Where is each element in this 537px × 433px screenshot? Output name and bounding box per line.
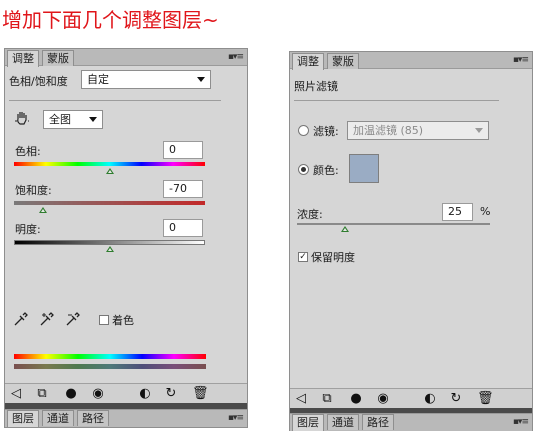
back-arrow-icon[interactable]: ◁ bbox=[9, 387, 23, 401]
color-label: 颜色: bbox=[313, 164, 339, 177]
density-slider-thumb[interactable] bbox=[341, 226, 349, 232]
visibility-eye-icon[interactable]: ◉ bbox=[376, 392, 390, 406]
preset-label: 色相/饱和度 bbox=[9, 75, 68, 88]
chevron-down-icon bbox=[475, 128, 483, 133]
reset-icon[interactable]: ↻ bbox=[449, 392, 463, 406]
panel-tab-bar: 调整 蒙版 ▪▾≡ bbox=[290, 52, 532, 70]
chevron-down-icon bbox=[89, 117, 97, 122]
clip-layer-icon[interactable]: ● bbox=[64, 387, 78, 401]
channel-select[interactable]: 全图 bbox=[43, 110, 103, 129]
tab-channels[interactable]: 通道 bbox=[42, 410, 74, 426]
headline-text: 增加下面几个调整图层~ bbox=[2, 8, 219, 32]
trash-icon[interactable]: 🗑 bbox=[477, 392, 494, 406]
expand-view-icon[interactable]: ⧉ bbox=[35, 387, 49, 401]
preserve-luminosity-label: 保留明度 bbox=[311, 251, 355, 264]
eyedropper-plus-icon[interactable] bbox=[40, 312, 54, 326]
adjustment-title: 照片滤镜 bbox=[294, 80, 338, 93]
lightness-slider-thumb[interactable] bbox=[106, 246, 114, 252]
hue-input[interactable]: 0 bbox=[163, 141, 203, 159]
lightness-label: 明度: bbox=[15, 223, 41, 236]
tab-adjustments[interactable]: 调整 bbox=[7, 50, 39, 67]
tab-adjustments[interactable]: 调整 bbox=[292, 53, 324, 70]
hand-adjust-icon[interactable] bbox=[14, 110, 29, 125]
colorize-label: 着色 bbox=[112, 314, 134, 327]
trash-icon[interactable]: 🗑 bbox=[192, 387, 209, 401]
saturation-input[interactable]: -70 bbox=[163, 180, 203, 198]
colorize-checkbox[interactable] bbox=[99, 315, 109, 325]
panel-footer-toolbar: ◁ ⧉ ● ◉ ◐ ↻ 🗑 bbox=[290, 388, 532, 408]
hue-spectrum-bar bbox=[14, 162, 205, 166]
back-arrow-icon[interactable]: ◁ bbox=[294, 392, 308, 406]
hue-slider-thumb[interactable] bbox=[106, 168, 114, 174]
lightness-input[interactable]: 0 bbox=[163, 219, 203, 237]
panel-menu-icon[interactable]: ▪▾≡ bbox=[228, 52, 244, 62]
output-hue-bar bbox=[14, 364, 206, 369]
density-label: 浓度: bbox=[297, 208, 323, 221]
panel-menu-icon[interactable]: ▪▾≡ bbox=[513, 55, 529, 65]
input-hue-bar bbox=[14, 354, 206, 359]
tab-paths[interactable]: 路径 bbox=[362, 414, 394, 430]
layers-tab-bar: 图层 通道 路径 ▪▾≡ bbox=[290, 413, 532, 431]
panel-menu-icon[interactable]: ▪▾≡ bbox=[513, 417, 529, 427]
eyedropper-icon[interactable] bbox=[14, 312, 28, 326]
filter-radio[interactable] bbox=[298, 125, 309, 136]
saturation-label: 饱和度: bbox=[15, 184, 52, 197]
chevron-down-icon bbox=[197, 77, 205, 82]
divider bbox=[294, 100, 499, 101]
panel-menu-icon[interactable]: ▪▾≡ bbox=[228, 413, 244, 423]
tab-layers[interactable]: 图层 bbox=[292, 414, 324, 431]
saturation-slider-thumb[interactable] bbox=[39, 207, 47, 213]
panel-tab-bar: 调整 蒙版 ▪▾≡ bbox=[5, 49, 247, 67]
preset-value: 自定 bbox=[87, 73, 109, 86]
tab-masks[interactable]: 蒙版 bbox=[327, 53, 359, 69]
panel-footer-toolbar: ◁ ⧉ ● ◉ ◐ ↻ 🗑 bbox=[5, 383, 247, 403]
preserve-luminosity-checkbox[interactable]: ✓ bbox=[298, 252, 308, 262]
clip-layer-icon[interactable]: ● bbox=[349, 392, 363, 406]
channel-value: 全图 bbox=[49, 113, 71, 126]
hue-label: 色相: bbox=[15, 145, 41, 158]
density-unit: % bbox=[480, 205, 491, 218]
lightness-bar bbox=[14, 240, 205, 245]
layers-tab-bar: 图层 通道 路径 ▪▾≡ bbox=[5, 409, 247, 427]
tab-paths[interactable]: 路径 bbox=[77, 410, 109, 426]
eyedropper-minus-icon[interactable] bbox=[66, 312, 80, 326]
tab-channels[interactable]: 通道 bbox=[327, 414, 359, 430]
color-radio[interactable] bbox=[298, 164, 309, 175]
color-swatch[interactable] bbox=[349, 154, 379, 183]
view-previous-icon[interactable]: ◐ bbox=[138, 387, 152, 401]
view-previous-icon[interactable]: ◐ bbox=[423, 392, 437, 406]
density-input[interactable]: 25 bbox=[442, 203, 473, 221]
density-track bbox=[297, 223, 490, 225]
tab-layers[interactable]: 图层 bbox=[7, 410, 39, 427]
filter-value: 加温滤镜 (85) bbox=[353, 124, 424, 137]
saturation-bar bbox=[14, 201, 205, 205]
filter-label: 滤镜: bbox=[313, 125, 339, 138]
filter-select[interactable]: 加温滤镜 (85) bbox=[347, 121, 489, 140]
visibility-eye-icon[interactable]: ◉ bbox=[91, 387, 105, 401]
tab-masks[interactable]: 蒙版 bbox=[42, 50, 74, 66]
reset-icon[interactable]: ↻ bbox=[164, 387, 178, 401]
adjustments-panel-hue-saturation: 调整 蒙版 ▪▾≡ 色相/饱和度 自定 全图 色相: 0 饱和度: -70 明度… bbox=[4, 48, 248, 428]
expand-view-icon[interactable]: ⧉ bbox=[320, 392, 334, 406]
adjustments-panel-photo-filter: 调整 蒙版 ▪▾≡ 照片滤镜 滤镜: 加温滤镜 (85) 颜色: 浓度: 25 … bbox=[289, 51, 533, 431]
divider bbox=[9, 100, 221, 101]
preset-select[interactable]: 自定 bbox=[81, 70, 211, 89]
